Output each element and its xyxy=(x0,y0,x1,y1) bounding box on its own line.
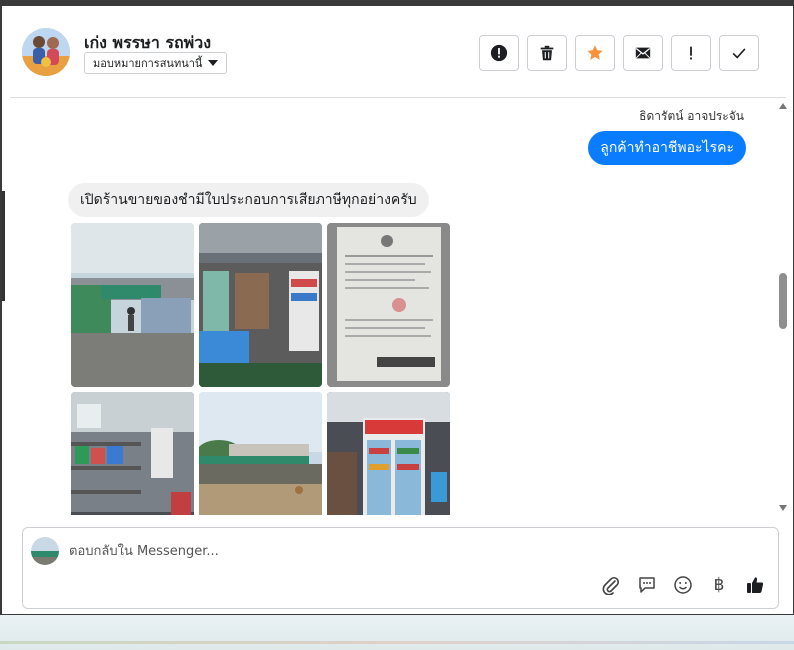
done-button[interactable] xyxy=(719,35,759,71)
conversation-header: เก่ง พรรษา รถพ่วง มอบหมายการสนทนานี้ xyxy=(10,6,786,98)
emoji-button[interactable] xyxy=(672,574,694,596)
follow-up-button[interactable] xyxy=(671,35,711,71)
photo-shop-interior[interactable] xyxy=(199,223,322,387)
outgoing-message[interactable]: ลูกค้าทำอาชีพอะไรคะ xyxy=(588,131,746,165)
photo-grid xyxy=(71,223,450,515)
thread-scrollbar[interactable] xyxy=(778,99,788,515)
reply-input[interactable] xyxy=(69,540,669,562)
star-button[interactable] xyxy=(575,35,615,71)
photo-shop-exterior[interactable] xyxy=(71,223,194,387)
saved-replies-button[interactable] xyxy=(636,574,658,596)
paperclip-icon xyxy=(602,576,620,595)
desktop-background xyxy=(0,615,794,650)
scroll-down-icon[interactable] xyxy=(779,505,787,511)
thumbs-up-icon xyxy=(747,577,764,593)
attach-button[interactable] xyxy=(600,574,622,596)
speech-bubble-icon xyxy=(639,577,655,593)
scroll-up-icon[interactable] xyxy=(779,103,787,109)
contact-avatar[interactable] xyxy=(22,28,70,76)
assign-conversation-button[interactable]: มอบหมายการสนทนานี้ xyxy=(84,52,228,74)
exclamation-icon xyxy=(690,46,692,60)
reply-composer: ฿ xyxy=(22,527,779,609)
incoming-message[interactable]: เปิดร้านขายของชำมีใบประกอบการเสียภาษีทุก… xyxy=(68,183,429,217)
conversation-window: เก่ง พรรษา รถพ่วง มอบหมายการสนทนานี้ ธิด… xyxy=(0,0,794,615)
photo-tax-document[interactable] xyxy=(327,223,450,387)
message-thread[interactable]: ธิดารัตน์ อาจประจัน ลูกค้าทำอาชีพอะไรคะ … xyxy=(10,99,776,515)
photo-shelves[interactable] xyxy=(71,392,194,515)
photo-fridge[interactable] xyxy=(327,392,450,515)
mark-spam-button[interactable] xyxy=(479,35,519,71)
desktop-accent-line xyxy=(0,641,794,644)
delete-button[interactable] xyxy=(527,35,567,71)
smiley-icon xyxy=(674,576,692,594)
trash-icon xyxy=(540,45,554,61)
scroll-thumb[interactable] xyxy=(779,273,787,329)
check-icon xyxy=(732,48,746,59)
alert-circle-icon xyxy=(490,44,508,62)
mark-unread-button[interactable] xyxy=(623,35,663,71)
page-avatar xyxy=(31,537,59,565)
sender-name: ธิดารัตน์ อาจประจัน xyxy=(639,109,744,123)
envelope-icon xyxy=(635,47,651,59)
header-toolbar xyxy=(479,35,759,71)
payment-button[interactable]: ฿ xyxy=(708,574,730,596)
star-icon xyxy=(587,45,603,60)
photo-roadside-shop[interactable] xyxy=(199,392,322,515)
composer-toolbar: ฿ xyxy=(600,574,766,596)
window-edge xyxy=(2,191,5,301)
chevron-down-icon xyxy=(208,60,219,66)
assign-label: มอบหมายการสนทนานี้ xyxy=(93,57,203,70)
baht-icon: ฿ xyxy=(713,575,725,595)
like-button[interactable] xyxy=(744,574,766,596)
